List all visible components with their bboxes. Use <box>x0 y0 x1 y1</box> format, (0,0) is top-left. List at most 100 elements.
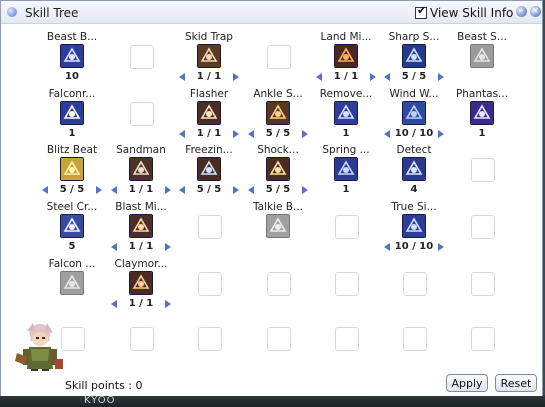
window-icon <box>7 7 17 17</box>
increase-level-arrow-icon[interactable] <box>438 73 444 81</box>
spring-trap-icon[interactable] <box>334 157 358 181</box>
phantasmic-arrow-icon[interactable] <box>470 101 494 125</box>
empty-skill-slot <box>471 327 495 351</box>
remove-trap-icon[interactable] <box>334 101 358 125</box>
background-text: KYOO <box>84 395 116 406</box>
decrease-level-arrow-icon[interactable] <box>179 73 185 81</box>
steel-crow-icon[interactable] <box>60 214 84 238</box>
skill-name-wind-walk: Wind W... <box>389 88 439 100</box>
decrease-level-arrow-icon[interactable] <box>316 73 322 81</box>
empty-skill-slot <box>198 215 222 239</box>
skill-level-steel-crow: 5 <box>68 241 76 252</box>
empty-skill-slot <box>130 45 154 69</box>
skill-name-detect: Detect <box>396 144 432 156</box>
empty-skill-slot <box>198 327 222 351</box>
detect-icon[interactable] <box>402 157 426 181</box>
skill-grid: Beast B... 10 Skid Trap 1 / 1 Land Mi... 1 / … <box>1 23 544 373</box>
sandman-icon[interactable] <box>129 157 153 181</box>
wind-walk-icon[interactable] <box>402 101 426 125</box>
view-skill-info-label: View Skill Info <box>430 6 514 20</box>
empty-skill-slot <box>403 272 427 296</box>
reset-button[interactable]: Reset <box>495 374 537 392</box>
increase-level-arrow-icon[interactable] <box>233 186 239 194</box>
increase-level-arrow-icon[interactable] <box>233 73 239 81</box>
increase-level-arrow-icon[interactable] <box>165 186 171 194</box>
window-title: Skill Tree <box>25 6 79 20</box>
decrease-level-arrow-icon[interactable] <box>384 73 390 81</box>
empty-skill-slot <box>471 272 495 296</box>
skill-name-talkie-box: Talkie B... <box>252 201 304 213</box>
talkie-box-icon[interactable] <box>266 214 290 238</box>
increase-level-arrow-icon[interactable] <box>233 130 239 138</box>
decrease-level-arrow-icon[interactable] <box>179 186 185 194</box>
empty-skill-slot <box>267 327 291 351</box>
empty-skill-slot <box>403 327 427 351</box>
land-mine-icon[interactable] <box>334 44 358 68</box>
skill-name-land-mine: Land Mi... <box>320 31 372 43</box>
decrease-level-arrow-icon[interactable] <box>111 300 117 308</box>
decrease-level-arrow-icon[interactable] <box>384 130 390 138</box>
skill-name-sharp-shooting: Sharp S... <box>388 31 440 43</box>
beast-bane-icon[interactable] <box>60 44 84 68</box>
skill-name-beast-bane: Beast B... <box>46 31 98 43</box>
decrease-level-arrow-icon[interactable] <box>42 186 48 194</box>
decrease-level-arrow-icon[interactable] <box>111 186 117 194</box>
skill-level-remove-trap: 1 <box>342 128 350 139</box>
decrease-level-arrow-icon[interactable] <box>179 130 185 138</box>
falcon-assault-icon[interactable] <box>60 271 84 295</box>
skill-name-ankle-snare: Ankle S... <box>253 88 303 100</box>
empty-skill-slot <box>130 102 154 126</box>
skill-level-beast-bane: 10 <box>65 71 79 82</box>
skill-name-falconry: Falconr... <box>48 88 96 100</box>
increase-level-arrow-icon[interactable] <box>165 300 171 308</box>
checkmark-icon: ✔ <box>417 4 427 17</box>
footer-bar: Skill points : 0 Apply Reset <box>1 371 542 396</box>
decrease-level-arrow-icon[interactable] <box>111 243 117 251</box>
empty-skill-slot <box>471 215 495 239</box>
decrease-level-arrow-icon[interactable] <box>384 243 390 251</box>
falconry-icon[interactable] <box>60 101 84 125</box>
increase-level-arrow-icon[interactable] <box>165 243 171 251</box>
true-sight-icon[interactable] <box>402 214 426 238</box>
minimize-icon[interactable]: – <box>516 6 527 17</box>
increase-level-arrow-icon[interactable] <box>438 130 444 138</box>
skill-name-blast-mine: Blast Mi... <box>115 201 167 213</box>
decrease-level-arrow-icon[interactable] <box>248 186 254 194</box>
skill-name-spring-trap: Spring ... <box>322 144 370 156</box>
apply-button[interactable]: Apply <box>446 374 488 392</box>
view-skill-info-checkbox[interactable]: ✔ <box>415 4 427 19</box>
flasher-icon[interactable] <box>197 101 221 125</box>
ankle-snare-icon[interactable] <box>266 101 290 125</box>
skill-name-flasher: Flasher <box>189 88 229 100</box>
empty-skill-slot <box>335 272 359 296</box>
blitz-beat-icon[interactable] <box>60 157 84 181</box>
shockwave-trap-icon[interactable] <box>266 157 290 181</box>
increase-level-arrow-icon[interactable] <box>370 73 376 81</box>
skill-level-spring-trap: 1 <box>342 184 350 195</box>
skill-name-steel-crow: Steel Cr... <box>46 201 98 213</box>
skill-name-falcon-assault: Falcon ... <box>48 258 96 270</box>
skill-name-remove-trap: Remove... <box>319 88 373 100</box>
skill-level-phantasmic-arrow: 1 <box>478 128 486 139</box>
title-bar[interactable]: Skill Tree ✔ View Skill Info – × <box>1 1 542 24</box>
skid-trap-icon[interactable] <box>197 44 221 68</box>
view-skill-info-toggle[interactable]: ✔ View Skill Info <box>415 4 514 20</box>
freezing-trap-icon[interactable] <box>197 157 221 181</box>
skill-level-detect: 4 <box>410 184 418 195</box>
beast-strafing-icon[interactable] <box>470 44 494 68</box>
increase-level-arrow-icon[interactable] <box>438 243 444 251</box>
close-icon[interactable]: × <box>530 6 541 17</box>
decrease-level-arrow-icon[interactable] <box>248 130 254 138</box>
blast-mine-icon[interactable] <box>129 214 153 238</box>
empty-skill-slot <box>198 272 222 296</box>
game-background-strip <box>0 395 545 407</box>
claymore-trap-icon[interactable] <box>129 271 153 295</box>
empty-skill-slot <box>335 215 359 239</box>
increase-level-arrow-icon[interactable] <box>302 130 308 138</box>
increase-level-arrow-icon[interactable] <box>96 186 102 194</box>
skill-name-phantasmic-arrow: Phantas... <box>455 88 509 100</box>
sharp-shooting-icon[interactable] <box>402 44 426 68</box>
skill-level-falconry: 1 <box>68 128 76 139</box>
skill-name-sandman: Sandman <box>116 144 166 156</box>
increase-level-arrow-icon[interactable] <box>302 186 308 194</box>
